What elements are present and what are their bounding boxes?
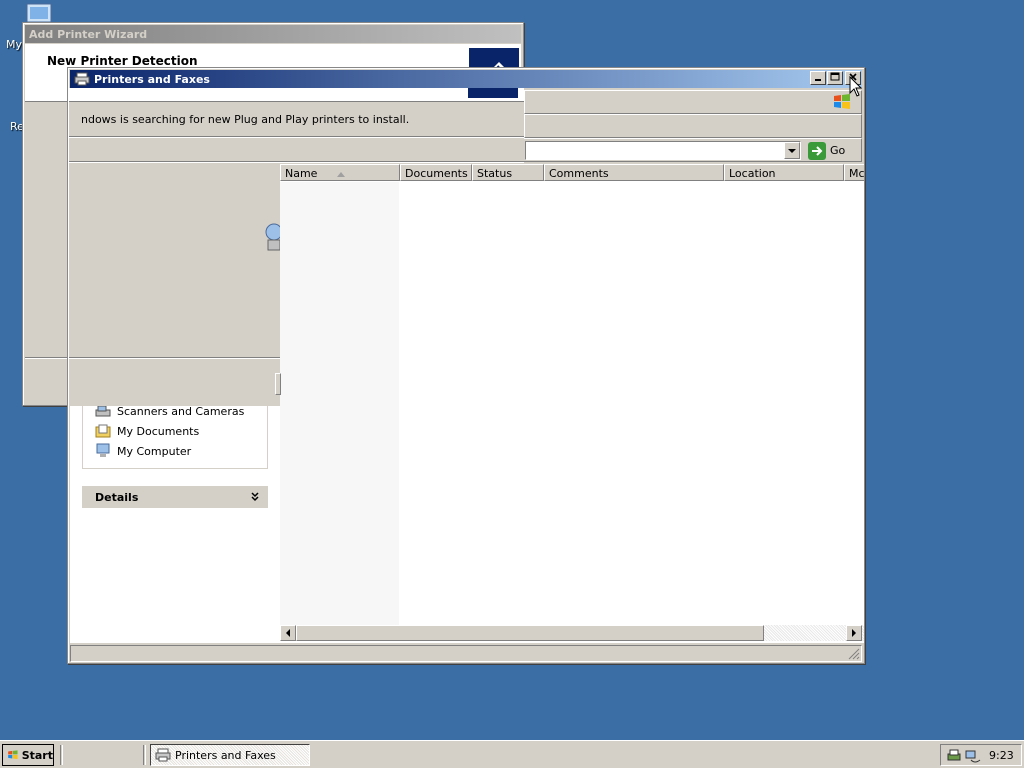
- arrow-right-icon: [852, 629, 856, 637]
- wizard-titlebar[interactable]: Add Printer Wizard: [25, 25, 521, 43]
- taskbar-button-label: Printers and Faxes: [175, 748, 276, 762]
- start-label: Start: [21, 748, 53, 762]
- wizard-heading: New Printer Detection: [47, 54, 198, 68]
- computer-icon: [96, 443, 110, 457]
- computer-search-icon: [265, 223, 280, 251]
- column-header-comments[interactable]: Comments: [544, 164, 724, 181]
- column-header-location[interactable]: Location: [724, 164, 844, 181]
- task-label: Scanners and Cameras: [117, 404, 245, 418]
- windows-logo-icon: [8, 750, 18, 760]
- task-label: My Computer: [117, 444, 192, 458]
- arrow-left-icon: [286, 629, 290, 637]
- maximize-icon: [830, 72, 840, 81]
- column-label: Comments: [549, 167, 609, 180]
- wizard-button-fragment[interactable]: [275, 373, 281, 395]
- column-label: Location: [729, 167, 776, 180]
- wizard-status-row: ndows is searching for new Plug and Play…: [69, 103, 524, 137]
- minimize-icon: [815, 79, 821, 81]
- quicklaunch-separator: [60, 745, 63, 765]
- go-arrow-icon: [808, 141, 826, 160]
- go-button[interactable]: Go: [808, 141, 852, 160]
- toolbar-band: [524, 114, 862, 138]
- desktop-icon-label: My: [6, 38, 23, 51]
- resize-grip-icon[interactable]: [848, 648, 860, 660]
- wizard-body-area: [69, 164, 280, 358]
- status-bar: [70, 645, 862, 662]
- wizard-status-text: ndows is searching for new Plug and Play…: [81, 113, 410, 126]
- scroll-thumb[interactable]: [296, 625, 764, 641]
- taskbar-button-printers[interactable]: Printers and Faxes: [150, 744, 310, 766]
- address-input[interactable]: [525, 141, 801, 160]
- task-link-my-computer[interactable]: My Computer: [83, 441, 267, 461]
- mouse-cursor-icon: [849, 76, 863, 97]
- printers-titlebar[interactable]: Printers and Faxes: [70, 70, 862, 88]
- start-button[interactable]: Start: [2, 744, 54, 766]
- chevron-down-icon: [788, 149, 796, 153]
- wizard-banner-fragment: [468, 88, 518, 98]
- printer-tray-icon[interactable]: [946, 748, 962, 764]
- printer-icon: [155, 748, 171, 762]
- taskbar-separator: [143, 745, 146, 765]
- column-label: Mc: [849, 167, 864, 180]
- taskbar: Start Printers and Faxes 9:23: [0, 740, 1024, 768]
- folder-documents-icon: [95, 424, 111, 438]
- network-tray-icon[interactable]: [965, 748, 981, 764]
- wizard-footer: [69, 359, 281, 406]
- other-places-box: Scanners and Cameras My Documents My Com…: [82, 399, 268, 469]
- maximize-button[interactable]: [827, 71, 843, 85]
- clock[interactable]: 9:23: [989, 749, 1014, 762]
- address-dropdown-button[interactable]: [784, 142, 800, 159]
- details-panel-header[interactable]: Details: [82, 486, 268, 508]
- wizard-empty-row: [69, 138, 524, 162]
- details-label: Details: [95, 490, 139, 504]
- task-link-my-documents[interactable]: My Documents: [83, 421, 267, 441]
- wizard-header-strip: [69, 88, 524, 102]
- menu-band: [524, 90, 862, 114]
- system-tray: 9:23: [940, 744, 1022, 766]
- scroll-left-button[interactable]: [280, 625, 296, 641]
- wizard-title: Add Printer Wizard: [29, 27, 148, 41]
- go-label: Go: [830, 144, 846, 157]
- task-label: My Documents: [117, 424, 200, 438]
- printers-title: Printers and Faxes: [94, 72, 210, 86]
- printer-icon: [74, 72, 90, 86]
- wizard-overlay-region: ndows is searching for new Plug and Play…: [69, 88, 524, 406]
- chevron-double-down-icon: [251, 492, 259, 502]
- horizontal-scrollbar[interactable]: [280, 625, 864, 641]
- column-header-model[interactable]: Mc: [844, 164, 864, 181]
- scroll-right-button[interactable]: [846, 625, 862, 641]
- minimize-button[interactable]: [810, 71, 826, 85]
